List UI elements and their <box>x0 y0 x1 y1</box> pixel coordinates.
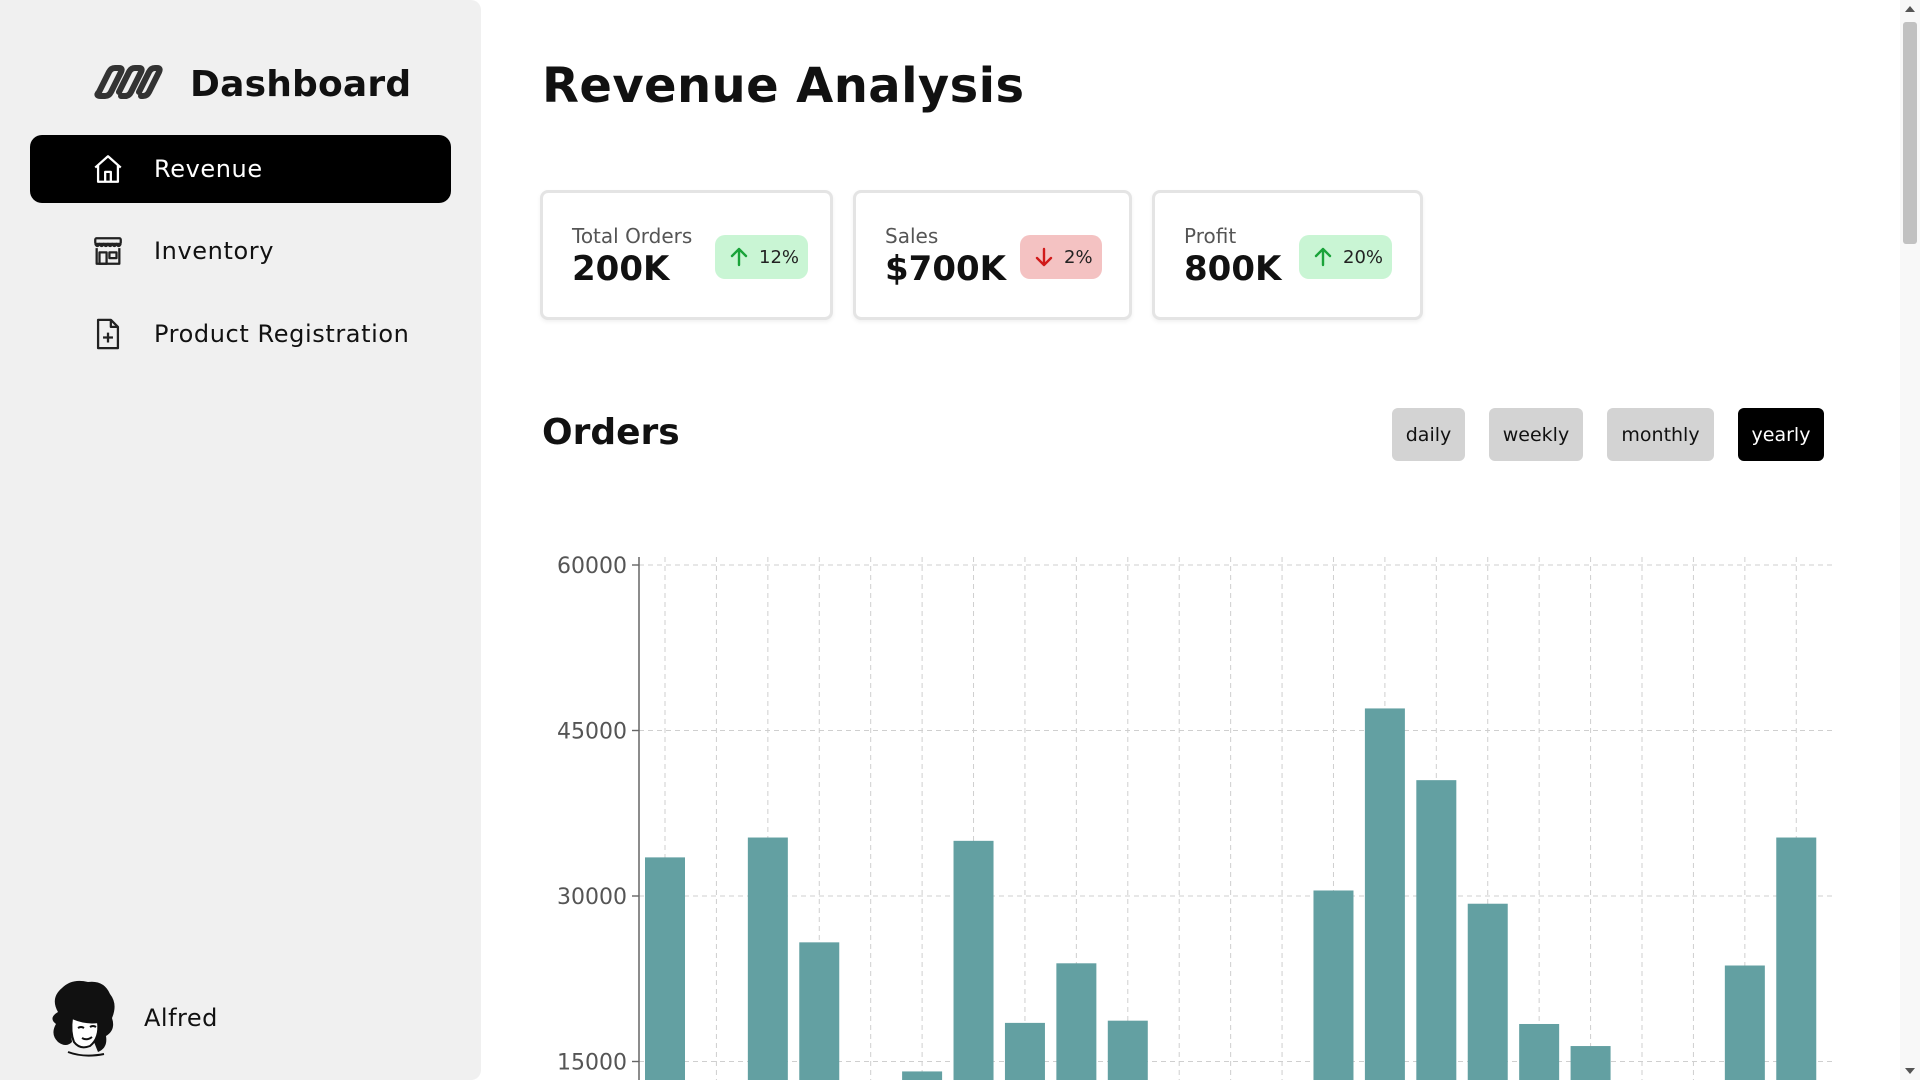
arrow-down-icon <box>1035 247 1053 267</box>
infinity-links-logo-icon <box>89 58 165 110</box>
orders-bar <box>747 837 788 1080</box>
orders-bar <box>1416 780 1457 1080</box>
orders-bar <box>799 942 840 1080</box>
stat-card-profit: Profit 800K 20% <box>1152 190 1423 320</box>
page-title: Revenue Analysis <box>542 58 1025 114</box>
scroll-down-arrow-icon[interactable] <box>1905 1068 1915 1074</box>
trend-badge: 20% <box>1299 235 1393 279</box>
y-tick-label: 30000 <box>557 885 627 910</box>
card-value: $700K <box>885 249 1006 289</box>
vertical-scrollbar[interactable] <box>1900 0 1920 1080</box>
orders-bar <box>645 857 685 1080</box>
arrow-up-icon <box>730 247 748 267</box>
orders-title: Orders <box>542 412 680 453</box>
trend-value: 20% <box>1343 246 1384 268</box>
card-value: 800K <box>1184 249 1282 289</box>
period-monthly-button[interactable]: monthly <box>1607 408 1714 461</box>
card-value: 200K <box>572 249 670 289</box>
stat-card-total-orders: Total Orders 200K 12% <box>540 190 833 320</box>
trend-value: 12% <box>759 246 800 268</box>
brand[interactable]: Dashboard <box>89 58 411 110</box>
user-name: Alfred <box>144 1004 218 1032</box>
brand-title: Dashboard <box>190 63 412 105</box>
user-profile[interactable]: Alfred <box>44 978 218 1058</box>
sidebar-item-product-registration[interactable]: Product Registration <box>30 300 451 368</box>
period-yearly-button[interactable]: yearly <box>1738 408 1824 461</box>
avatar <box>44 978 120 1058</box>
y-tick-label: 15000 <box>557 1051 627 1076</box>
orders-bar <box>1364 708 1405 1080</box>
orders-bar <box>1056 963 1097 1080</box>
sidebar-item-revenue[interactable]: Revenue <box>30 135 451 203</box>
scroll-up-arrow-icon[interactable] <box>1905 6 1915 12</box>
orders-bar <box>1776 837 1817 1080</box>
file-plus-icon <box>90 316 126 352</box>
home-icon <box>90 151 126 187</box>
orders-bar <box>1570 1046 1611 1080</box>
sidebar-item-label: Revenue <box>154 155 263 183</box>
orders-bar <box>1724 965 1765 1080</box>
orders-bar <box>1107 1020 1148 1080</box>
period-daily-button[interactable]: daily <box>1392 408 1465 461</box>
orders-bar <box>1467 903 1508 1080</box>
sidebar-item-label: Product Registration <box>154 320 410 348</box>
card-label: Profit <box>1184 224 1237 248</box>
card-label: Sales <box>885 224 939 248</box>
period-weekly-button[interactable]: weekly <box>1489 408 1583 461</box>
orders-bar <box>1313 890 1354 1080</box>
orders-chart: 15000 30000 45000 60000 <box>481 540 1900 1080</box>
trend-badge: 2% <box>1020 235 1102 279</box>
y-tick-label: 60000 <box>557 554 627 579</box>
orders-bar <box>902 1071 943 1080</box>
y-tick-label: 45000 <box>557 720 627 745</box>
trend-value: 2% <box>1064 246 1093 268</box>
main-content: Revenue Analysis Total Orders 200K 12% S… <box>481 0 1900 1080</box>
arrow-up-icon <box>1314 247 1332 267</box>
store-icon <box>90 233 126 269</box>
trend-badge: 12% <box>715 235 809 279</box>
card-label: Total Orders <box>572 224 693 248</box>
sidebar-item-label: Inventory <box>154 237 275 265</box>
stat-card-sales: Sales $700K 2% <box>853 190 1132 320</box>
sidebar: Dashboard Revenue Inventory Product Regi… <box>0 0 481 1080</box>
orders-bar <box>1519 1023 1560 1080</box>
orders-bar <box>1004 1022 1045 1080</box>
orders-bar-chart: 15000 30000 45000 60000 <box>557 554 1833 1080</box>
scroll-thumb[interactable] <box>1903 22 1917 244</box>
sidebar-item-inventory[interactable]: Inventory <box>30 217 451 285</box>
orders-bar <box>953 840 994 1080</box>
